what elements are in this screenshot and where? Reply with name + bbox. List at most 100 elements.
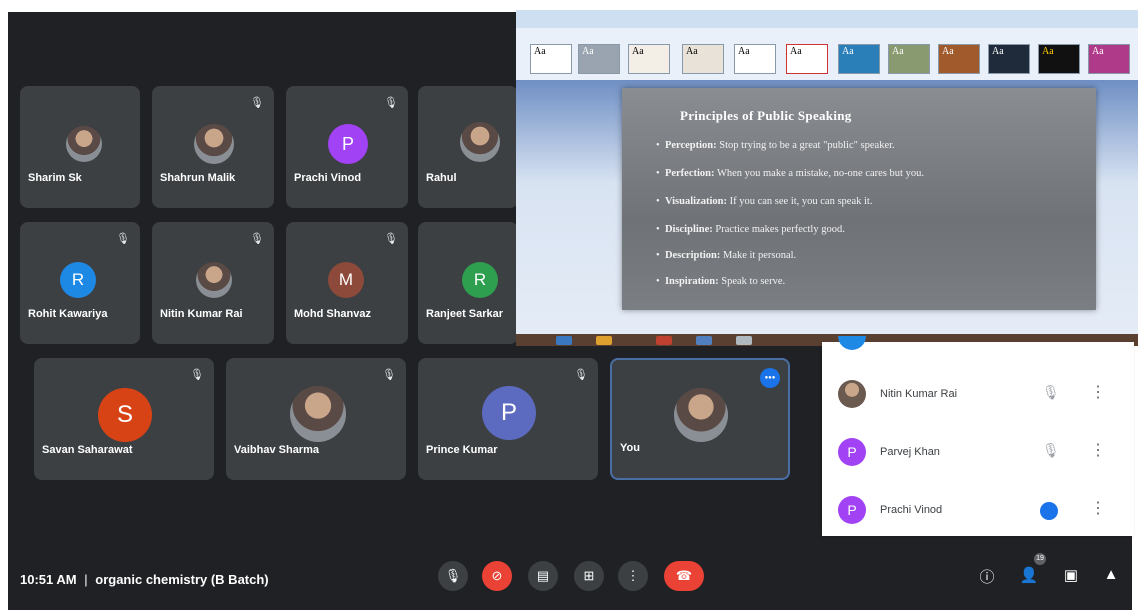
theme-thumbnail[interactable]: Aa <box>578 44 620 74</box>
participant-name: Rahul <box>426 172 457 184</box>
taskbar-app-icon[interactable] <box>696 336 712 345</box>
taskbar-app-icon[interactable] <box>556 336 572 345</box>
participant-name: Rohit Kawariya <box>28 308 108 320</box>
end-call-icon[interactable]: ☎ <box>664 561 704 591</box>
participant-tile[interactable]: 🎙 P Prince Kumar <box>418 358 598 480</box>
slide-bullet: • Description: Make it personal. <box>656 250 797 261</box>
self-tile[interactable]: ●●● You <box>610 358 790 480</box>
meet-window: Sharim Sk 🎙 Shahrun Malik 🎙 P Prachi Vin… <box>0 0 1138 610</box>
avatar <box>290 386 346 442</box>
participant-name: Ranjeet Sarkar <box>426 308 504 320</box>
participant-tile[interactable]: 🎙 Nitin Kumar Rai <box>152 222 274 344</box>
taskbar-app-icon[interactable] <box>736 336 752 345</box>
participant-name: Savan Saharawat <box>42 444 133 456</box>
participant-name: You <box>620 442 640 454</box>
theme-thumbnail[interactable]: Aa <box>838 44 880 74</box>
avatar <box>838 336 866 350</box>
captions-icon[interactable]: ▤ <box>528 561 558 591</box>
audio-indicator-icon <box>1040 502 1058 520</box>
avatar <box>674 388 728 442</box>
participant-tile[interactable]: 🎙 P Prachi Vinod <box>286 86 408 208</box>
participant-tile[interactable]: R Ranjeet Sarkar <box>418 222 518 344</box>
participant-count-badge: 19 <box>1034 553 1046 565</box>
more-icon[interactable]: ⋮ <box>618 561 648 591</box>
mic-off-icon: 🎙 <box>384 233 398 245</box>
chat-icon[interactable]: ▣ <box>1060 566 1082 584</box>
avatar: M <box>328 262 364 298</box>
slide-bullet: • Discipline: Practice makes perfectly g… <box>656 224 845 235</box>
theme-thumbnail[interactable]: Aa <box>734 44 776 74</box>
taskbar-app-icon[interactable] <box>656 336 672 345</box>
mic-off-icon: 🎙 <box>116 233 130 245</box>
avatar: P <box>838 496 866 524</box>
present-icon[interactable]: ⊞ <box>574 561 604 591</box>
slide-bullet: • Inspiration: Speak to serve. <box>656 276 786 287</box>
participant-name: Shahrun Malik <box>160 172 236 184</box>
slide: Principles of Public Speaking • Percepti… <box>622 88 1096 310</box>
mic-off-icon[interactable]: 🎙 <box>1042 442 1060 459</box>
people-list-item[interactable]: P Parvej Khan 🎙 ⋮ <box>822 422 1134 480</box>
ribbon-tabs <box>516 10 1138 28</box>
person-name: Prachi Vinod <box>880 504 943 516</box>
mic-off-icon: 🎙 <box>382 369 396 381</box>
avatar: S <box>98 388 152 442</box>
person-name: Nitin Kumar Rai <box>880 388 958 400</box>
mic-off-icon: 🎙 <box>250 97 264 109</box>
theme-thumbnail[interactable]: Aa <box>786 44 828 74</box>
avatar: P <box>838 438 866 466</box>
avatar: P <box>328 124 368 164</box>
participant-name: Nitin Kumar Rai <box>160 308 243 320</box>
camera-off-icon[interactable]: ⊘ <box>482 561 512 591</box>
people-panel: Nitin Kumar Rai 🎙 ⋮ P Parvej Khan 🎙 ⋮ P … <box>822 336 1134 538</box>
avatar: P <box>482 386 536 440</box>
people-icon[interactable]: 👤 <box>1018 566 1040 584</box>
activities-icon[interactable]: ▲ <box>1100 566 1122 583</box>
theme-ribbon: Aa Aa Aa Aa Aa Aa Aa Aa Aa Aa Aa Aa <box>516 28 1138 81</box>
slide-bullet: • Visualization: If you can see it, you … <box>656 196 873 207</box>
participant-tile[interactable]: Sharim Sk <box>20 86 140 208</box>
mic-off-icon: 🎙 <box>574 369 588 381</box>
mic-off-icon: 🎙 <box>190 369 204 381</box>
slide-bullet: • Perfection: When you make a mistake, n… <box>656 168 924 179</box>
participant-tile[interactable]: 🎙 Shahrun Malik <box>152 86 274 208</box>
divider: | <box>84 572 88 587</box>
participant-tile[interactable]: 🎙 R Rohit Kawariya <box>20 222 140 344</box>
mic-icon[interactable]: 🎙 <box>438 561 468 591</box>
avatar <box>196 262 232 298</box>
avatar <box>66 126 102 162</box>
theme-thumbnail[interactable]: Aa <box>888 44 930 74</box>
more-vert-icon[interactable]: ⋮ <box>1090 498 1106 518</box>
meeting-name: organic chemistry (B Batch) <box>95 572 269 587</box>
meeting-info: 10:51 AM | organic chemistry (B Batch) <box>20 572 269 587</box>
theme-thumbnail[interactable]: Aa <box>628 44 670 74</box>
slide-title: Principles of Public Speaking <box>680 108 852 123</box>
participant-tile[interactable]: 🎙 M Mohd Shanvaz <box>286 222 408 344</box>
audio-indicator-icon: ●●● <box>760 368 780 388</box>
participant-tile[interactable]: 🎙 S Savan Saharawat <box>34 358 214 480</box>
participant-tile[interactable]: Rahul <box>418 86 518 208</box>
participant-name: Vaibhav Sharma <box>234 444 319 456</box>
info-icon[interactable]: ⓘ <box>976 566 998 587</box>
avatar <box>460 122 500 162</box>
slide-bullet: • Perception: Stop trying to be a great … <box>656 140 895 151</box>
participant-tile[interactable]: 🎙 Vaibhav Sharma <box>226 358 406 480</box>
mic-off-icon: 🎙 <box>384 97 398 109</box>
participant-name: Sharim Sk <box>28 172 82 184</box>
theme-thumbnail[interactable]: Aa <box>1088 44 1130 74</box>
more-vert-icon[interactable]: ⋮ <box>1090 382 1106 402</box>
avatar <box>838 380 866 408</box>
theme-thumbnail[interactable]: Aa <box>938 44 980 74</box>
mic-off-icon: 🎙 <box>250 233 264 245</box>
theme-thumbnail[interactable]: Aa <box>1038 44 1080 74</box>
theme-thumbnail[interactable]: Aa <box>682 44 724 74</box>
taskbar-app-icon[interactable] <box>596 336 612 345</box>
theme-thumbnail[interactable]: Aa <box>530 44 572 74</box>
mic-off-icon[interactable]: 🎙 <box>1042 384 1060 401</box>
person-name: Parvej Khan <box>880 446 940 458</box>
theme-thumbnail[interactable]: Aa <box>988 44 1030 74</box>
participant-name: Prince Kumar <box>426 444 498 456</box>
presentation-window: Aa Aa Aa Aa Aa Aa Aa Aa Aa Aa Aa Aa Prin… <box>516 10 1138 346</box>
more-vert-icon[interactable]: ⋮ <box>1090 440 1106 460</box>
people-list-item[interactable]: P Prachi Vinod ⋮ <box>822 480 1134 538</box>
people-list-item[interactable]: Nitin Kumar Rai 🎙 ⋮ <box>822 364 1134 422</box>
